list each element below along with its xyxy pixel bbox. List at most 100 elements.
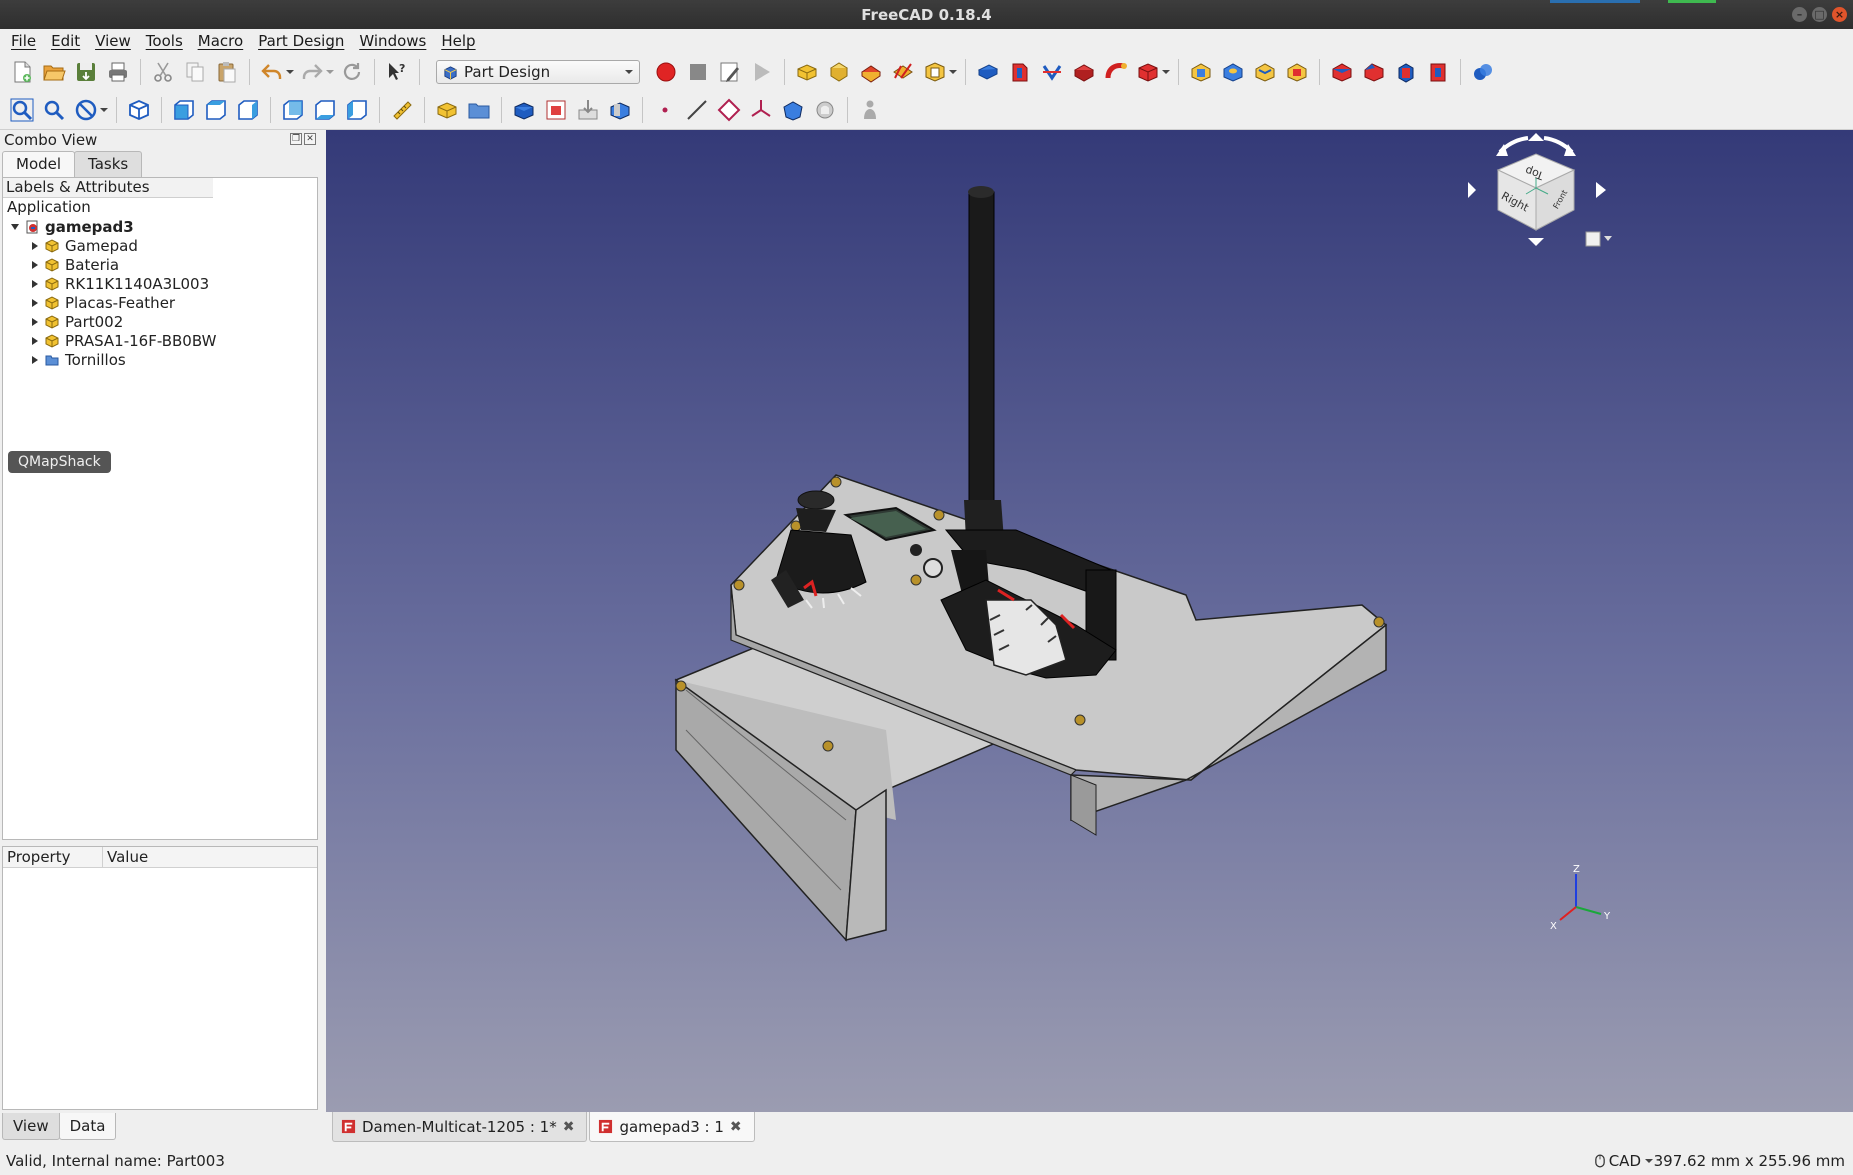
record-macro-icon[interactable] bbox=[652, 58, 680, 86]
chevron-down-icon[interactable] bbox=[100, 106, 108, 114]
navigation-style-selector[interactable]: CAD bbox=[1594, 1152, 1653, 1170]
chamfer-icon[interactable] bbox=[1360, 58, 1388, 86]
link-sub-icon[interactable] bbox=[542, 96, 570, 124]
whats-this-icon[interactable]: ? bbox=[383, 58, 411, 86]
edit-macro-icon[interactable] bbox=[716, 58, 744, 86]
model-tree[interactable]: Labels & Attributes Application gamepad3… bbox=[2, 177, 318, 840]
tree-item[interactable]: Part002 bbox=[3, 312, 317, 331]
menu-help[interactable]: Help bbox=[435, 32, 484, 50]
float-icon[interactable]: ❐ bbox=[290, 133, 302, 145]
close-tab-icon[interactable]: ✖ bbox=[563, 1119, 575, 1135]
print-icon[interactable] bbox=[104, 58, 132, 86]
import-icon[interactable] bbox=[574, 96, 602, 124]
collapsed-arrow-icon[interactable] bbox=[29, 259, 41, 271]
value-column-header[interactable]: Value bbox=[103, 847, 317, 867]
additive-pipe-icon[interactable] bbox=[1102, 58, 1130, 86]
tree-document[interactable]: gamepad3 bbox=[3, 217, 317, 236]
chevron-down-icon[interactable] bbox=[286, 68, 294, 76]
undo-icon[interactable] bbox=[258, 58, 286, 86]
run-macro-icon[interactable] bbox=[748, 58, 776, 86]
expanded-arrow-icon[interactable] bbox=[9, 221, 21, 233]
navigation-cube[interactable]: Top Right Front bbox=[1456, 130, 1616, 280]
tree-item[interactable]: Gamepad bbox=[3, 236, 317, 255]
groove-icon[interactable] bbox=[1251, 58, 1279, 86]
property-view[interactable]: Property Value bbox=[2, 846, 318, 1110]
close-tab-icon[interactable]: ✖ bbox=[730, 1119, 742, 1135]
tab-model[interactable]: Model bbox=[2, 151, 76, 178]
menu-macro[interactable]: Macro bbox=[192, 32, 252, 50]
collapsed-arrow-icon[interactable] bbox=[29, 278, 41, 290]
refresh-icon[interactable] bbox=[338, 58, 366, 86]
right-arrow-icon[interactable] bbox=[1596, 182, 1606, 198]
tab-data[interactable]: Data bbox=[58, 1113, 117, 1140]
tree-item[interactable]: PRASA1-16F-BB0BW bbox=[3, 331, 317, 350]
gamepad-model[interactable] bbox=[326, 130, 1853, 1112]
menu-windows[interactable]: Windows bbox=[353, 32, 435, 50]
datum-point-icon[interactable] bbox=[651, 96, 679, 124]
link-icon[interactable] bbox=[510, 96, 538, 124]
cut-icon[interactable] bbox=[149, 58, 177, 86]
collapsed-arrow-icon[interactable] bbox=[29, 297, 41, 309]
close-button[interactable]: × bbox=[1832, 7, 1847, 22]
front-view-icon[interactable] bbox=[170, 96, 198, 124]
datum-plane-icon[interactable] bbox=[715, 96, 743, 124]
create-body-icon[interactable] bbox=[793, 58, 821, 86]
new-sketch-icon[interactable] bbox=[857, 58, 885, 86]
maximize-button[interactable]: □ bbox=[1812, 7, 1827, 22]
subtractive-loft-icon[interactable] bbox=[1283, 58, 1311, 86]
tree-column-header[interactable]: Labels & Attributes bbox=[3, 178, 213, 198]
fit-selection-icon[interactable] bbox=[40, 96, 68, 124]
fillet-icon[interactable] bbox=[1328, 58, 1356, 86]
person-icon[interactable] bbox=[856, 96, 884, 124]
menu-tools[interactable]: Tools bbox=[140, 32, 192, 50]
create-part-icon[interactable] bbox=[433, 96, 461, 124]
create-group-icon[interactable] bbox=[465, 96, 493, 124]
validate-sketch-icon[interactable] bbox=[889, 58, 917, 86]
revolution-icon[interactable] bbox=[1038, 58, 1066, 86]
measure-distance-icon[interactable] bbox=[388, 96, 416, 124]
document-tab[interactable]: Damen-Multicat-1205 : 1* ✖ bbox=[332, 1112, 588, 1142]
close-icon[interactable]: ✕ bbox=[304, 133, 316, 145]
menu-part-design[interactable]: Part Design bbox=[252, 32, 353, 50]
up-arrow-icon[interactable] bbox=[1528, 133, 1544, 141]
tree-item[interactable]: RK11K1140A3L003 bbox=[3, 274, 317, 293]
right-view-icon[interactable] bbox=[234, 96, 262, 124]
draw-style-icon[interactable] bbox=[72, 96, 100, 124]
stop-macro-icon[interactable] bbox=[684, 58, 712, 86]
isometric-view-icon[interactable] bbox=[125, 96, 153, 124]
tab-view[interactable]: View bbox=[2, 1113, 60, 1140]
chevron-down-icon[interactable] bbox=[326, 68, 334, 76]
view-menu-icon[interactable] bbox=[1585, 231, 1601, 247]
cube-faces[interactable]: Top Right Front bbox=[1496, 153, 1576, 231]
bottom-view-icon[interactable] bbox=[311, 96, 339, 124]
property-column-header[interactable]: Property bbox=[3, 847, 103, 867]
collapsed-arrow-icon[interactable] bbox=[29, 240, 41, 252]
chevron-down-icon[interactable] bbox=[1162, 68, 1170, 76]
shape-binder-icon[interactable] bbox=[779, 96, 807, 124]
redo-icon[interactable] bbox=[298, 58, 326, 86]
menu-file[interactable]: File bbox=[5, 32, 45, 50]
clone-icon[interactable] bbox=[811, 96, 839, 124]
additive-loft-icon[interactable] bbox=[1070, 58, 1098, 86]
menu-view[interactable]: View bbox=[89, 32, 140, 50]
left-arrow-icon[interactable] bbox=[1468, 182, 1476, 198]
datum-line-icon[interactable] bbox=[683, 96, 711, 124]
rear-view-icon[interactable] bbox=[279, 96, 307, 124]
map-sketch-icon[interactable] bbox=[921, 58, 949, 86]
3d-viewport[interactable]: Top Right Front Z Y X bbox=[326, 130, 1853, 1112]
minimize-button[interactable]: – bbox=[1792, 7, 1807, 22]
additive-primitive-icon[interactable] bbox=[1134, 58, 1162, 86]
left-view-icon[interactable] bbox=[343, 96, 371, 124]
save-icon[interactable] bbox=[72, 58, 100, 86]
paste-icon[interactable] bbox=[213, 58, 241, 86]
link-actions-icon[interactable] bbox=[606, 96, 634, 124]
document-tab-active[interactable]: gamepad3 : 1 ✖ bbox=[589, 1112, 755, 1142]
pad-icon[interactable] bbox=[1006, 58, 1034, 86]
pocket-icon[interactable] bbox=[1187, 58, 1215, 86]
menu-edit[interactable]: Edit bbox=[45, 32, 89, 50]
local-cs-icon[interactable] bbox=[747, 96, 775, 124]
fit-all-icon[interactable] bbox=[8, 96, 36, 124]
chevron-down-icon[interactable] bbox=[949, 68, 957, 76]
top-view-icon[interactable] bbox=[202, 96, 230, 124]
tab-tasks[interactable]: Tasks bbox=[74, 151, 143, 177]
